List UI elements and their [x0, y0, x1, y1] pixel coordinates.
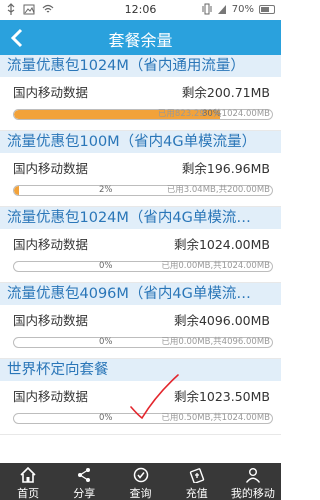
usage-detail: 已用0.50MB,共1024.00MB: [161, 413, 270, 424]
status-bar: 12:06 70%: [0, 0, 281, 20]
package-card: 国内移动数据 剩余4096.00MB 0% 已用0.00MB,共4096.00MB: [0, 305, 281, 359]
data-type-label: 国内移动数据: [13, 85, 89, 100]
usage-detail: 已用823.29…共1024.00MB: [158, 109, 270, 120]
nav-my-mobile-label: 我的移动: [230, 487, 275, 500]
remaining-amount: 剩余4096.00MB: [173, 313, 270, 328]
usage-percent: 0%: [99, 337, 113, 347]
usage-percent: 0%: [99, 261, 113, 271]
total-amount: 共1024.00MB: [213, 109, 270, 119]
remaining-amount: 剩余200.71MB: [181, 85, 270, 100]
usage-progress-fill: [14, 186, 20, 195]
data-type-label: 国内移动数据: [13, 161, 89, 176]
remaining-amount: 剩余196.96MB: [181, 161, 270, 176]
usage-percent: 0%: [99, 413, 113, 423]
data-type-label: 国内移动数据: [13, 389, 89, 404]
used-amount: 已用0.50MB,: [161, 413, 214, 423]
package-card: 国内移动数据 剩余200.71MB 80% 已用823.29…共1024.00MB: [0, 77, 281, 131]
data-type-label: 国内移动数据: [13, 237, 89, 252]
battery-percent: 70%: [231, 3, 254, 15]
recharge-icon: [189, 468, 204, 483]
package-card: 国内移动数据 剩余1024.00MB 0% 已用0.00MB,共1024.00MB: [0, 229, 281, 283]
page-title: 套餐余量: [108, 31, 173, 50]
package-title: 流量优惠包100M（省内4G单模流量）: [0, 131, 281, 153]
nav-home[interactable]: 首页: [0, 463, 56, 500]
used-amount: 已用3.04MB,: [166, 185, 219, 195]
package-list[interactable]: 流量优惠包1024M（省内通用流量） 国内移动数据 剩余200.71MB 80% 已用8…: [0, 55, 281, 460]
total-amount: 共1024.00MB: [213, 261, 270, 271]
usage-percent: 2%: [99, 185, 113, 195]
nav-my-mobile[interactable]: 我的移动: [225, 463, 281, 500]
usage-detail: 已用0.00MB,共1024.00MB: [161, 261, 270, 272]
nav-home-label: 首页: [17, 487, 40, 500]
package-title: 流量优惠包1024M（省内4G单模流…: [0, 207, 281, 229]
total-amount: 共200.00MB: [218, 185, 270, 195]
home-icon: [20, 467, 36, 483]
used-amount: 已用0.00MB,: [161, 261, 214, 271]
package-title: 世界杯定向套餐: [0, 359, 281, 381]
usage-detail: 已用3.04MB,共200.00MB: [167, 185, 270, 196]
vibrate-icon: [202, 3, 212, 15]
user-icon: [245, 468, 260, 483]
package-card: 国内移动数据 剩余1023.50MB 0% 已用0.50MB,共1024.00MB: [0, 381, 281, 435]
nav-query-label: 查询: [129, 487, 152, 500]
usage-detail: 已用0.00MB,共4096.00MB: [161, 337, 270, 348]
nav-share[interactable]: 分享: [56, 463, 112, 500]
data-type-label: 国内移动数据: [13, 313, 89, 328]
share-icon: [78, 468, 91, 482]
remaining-amount: 剩余1024.00MB: [173, 237, 270, 252]
nav-share-label: 分享: [73, 487, 96, 500]
package-title: 流量优惠包1024M（省内通用流量）: [0, 55, 281, 77]
package-title: 流量优惠包4096M（省内4G单模流…: [0, 283, 281, 305]
total-amount: 共4096.00MB: [213, 337, 270, 347]
battery-fill: [261, 6, 270, 12]
total-amount: 共1024.00MB: [213, 413, 270, 423]
nav-query[interactable]: 查询: [112, 463, 168, 500]
bottom-nav: 首页 分享 查询 充值 我的移动: [0, 463, 281, 500]
title-bar: 套餐余量: [0, 20, 281, 55]
used-amount: 已用823.29…: [157, 109, 214, 119]
package-card: 国内移动数据 剩余196.96MB 2% 已用3.04MB,共200.00MB: [0, 153, 281, 207]
remaining-amount: 剩余1023.50MB: [173, 389, 270, 404]
nav-recharge-label: 充值: [185, 487, 208, 500]
signal-icon: [217, 4, 226, 14]
battery-icon: [259, 4, 275, 14]
nav-recharge[interactable]: 充值: [169, 463, 225, 500]
check-circle-icon: [133, 467, 148, 483]
used-amount: 已用0.00MB,: [161, 337, 214, 347]
